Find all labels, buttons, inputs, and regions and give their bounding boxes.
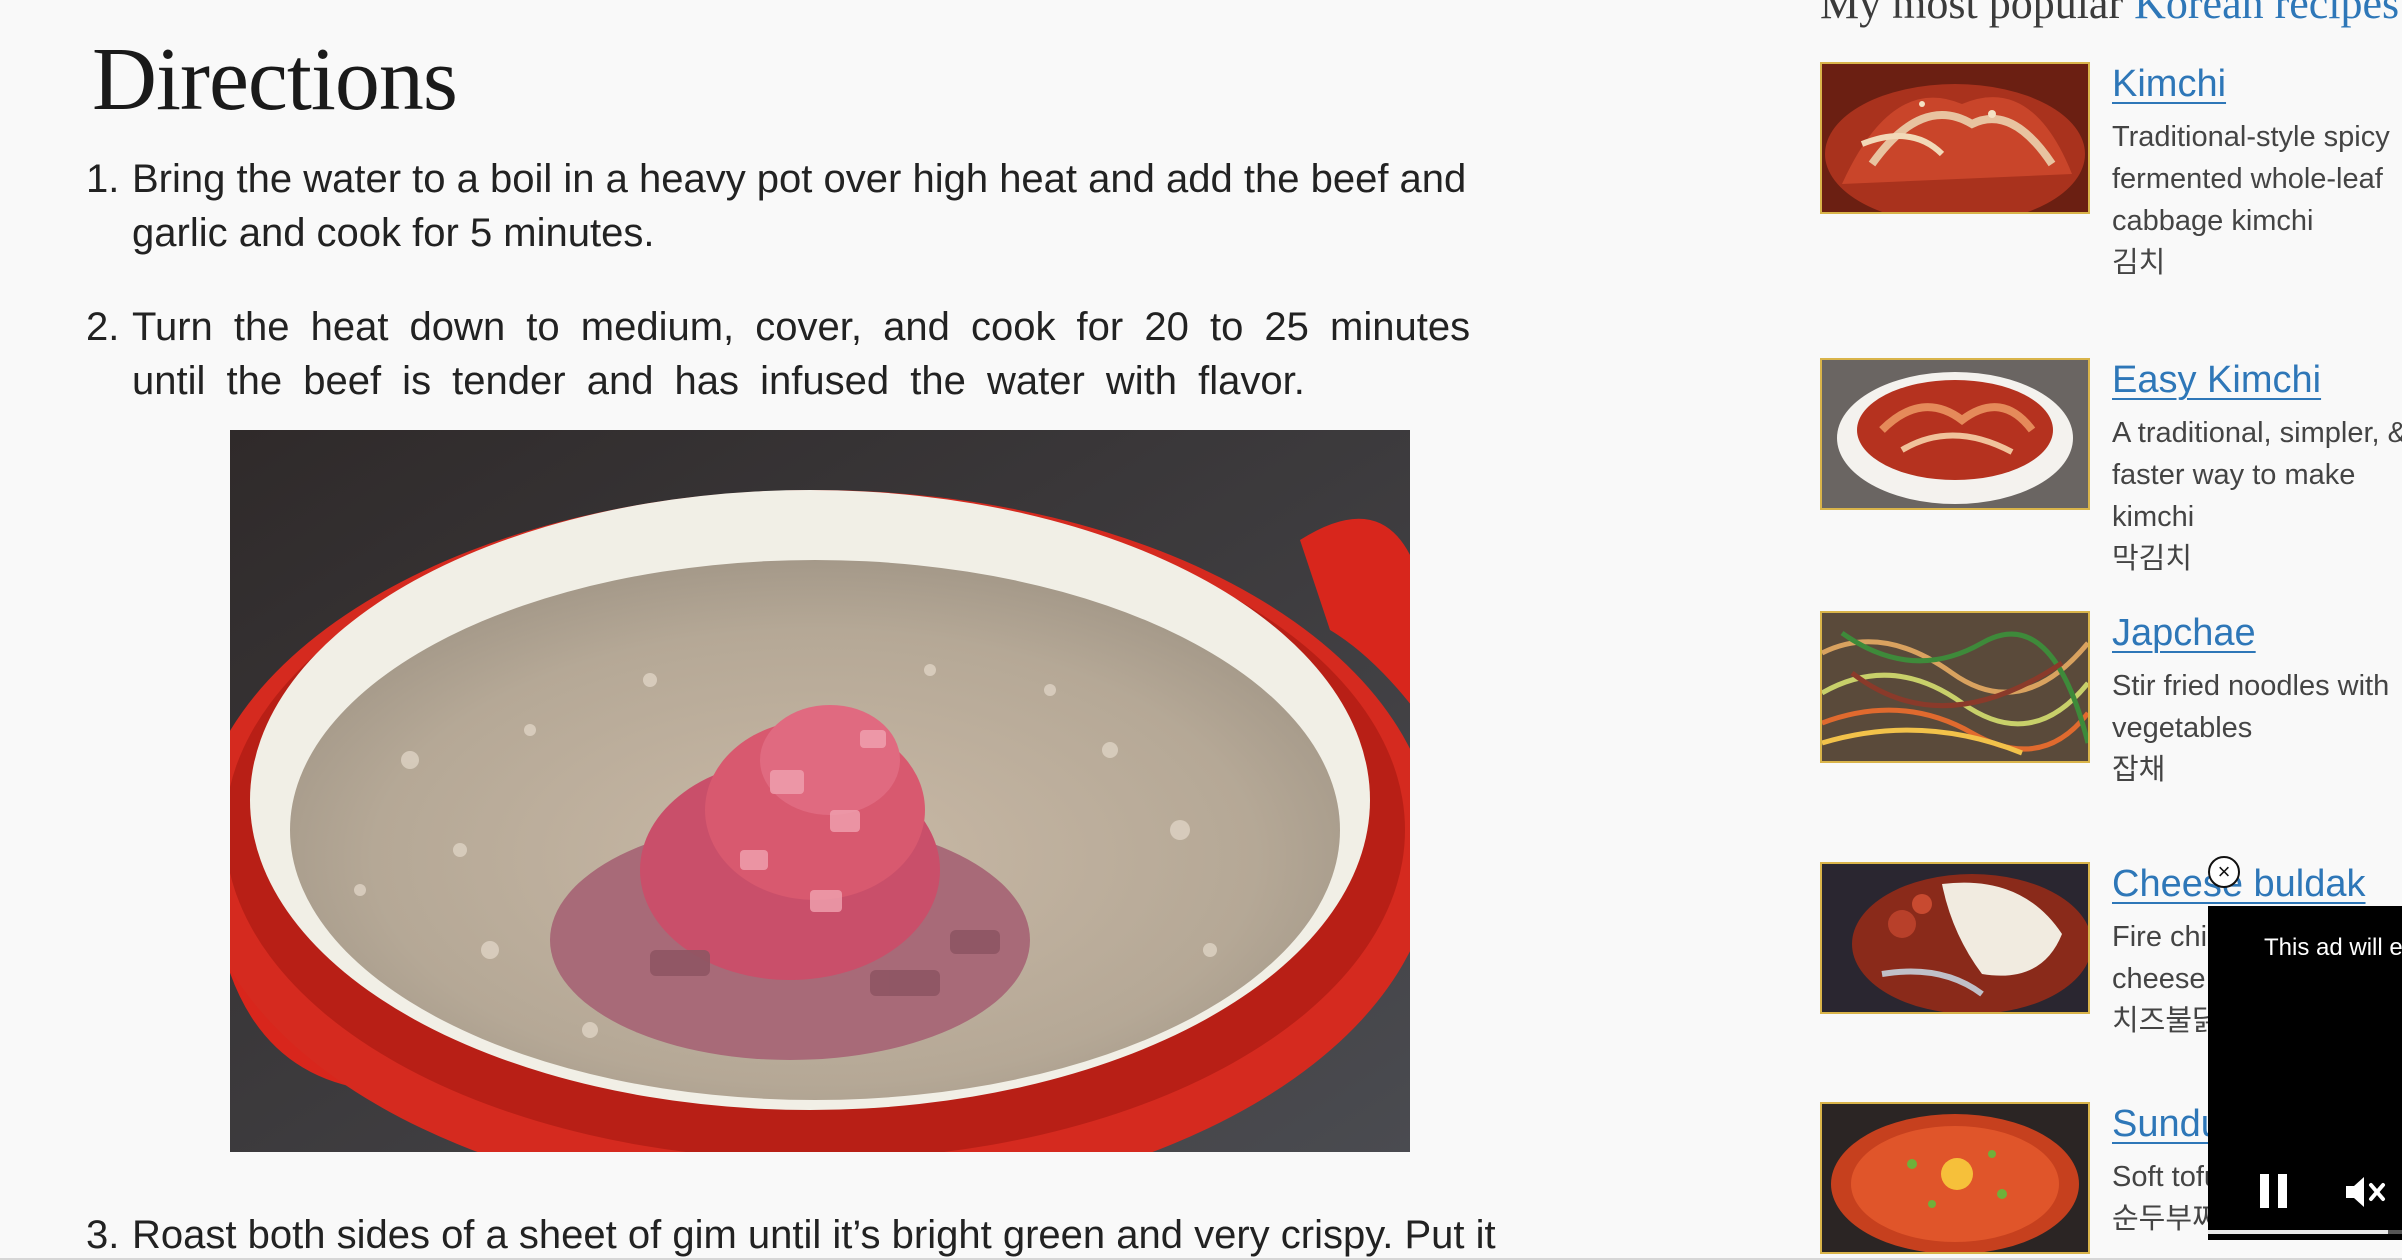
recipe-title-link[interactable]: Kimchi: [2112, 60, 2226, 108]
step-text: Roast both sides of a sheet of gim until…: [132, 1213, 1496, 1257]
ad-progress-bar: [2208, 1230, 2402, 1234]
recipe-card-japchae: Japchae Stir fried noodles with vegetabl…: [1820, 611, 2402, 811]
step-text: Turn the heat down to medium, cover, and…: [132, 305, 1471, 403]
direction-step: 2. Turn the heat down to medium, cover, …: [86, 300, 1516, 408]
recipe-title-link[interactable]: Easy Kimchi: [2112, 356, 2321, 404]
recipe-thumbnail[interactable]: [1820, 862, 2090, 1014]
cheese-buldak-thumbnail-icon: [1822, 864, 2088, 1012]
close-icon[interactable]: ×: [2208, 856, 2240, 888]
recipe-card-kimchi: Kimchi Traditional-style spicy fermented…: [1820, 60, 2402, 279]
ad-progress-fill: [2208, 1230, 2388, 1234]
kimchi-thumbnail-icon: [1822, 64, 2088, 212]
recipe-description-text: Stir fried noodles with vegetables: [2112, 670, 2390, 744]
cooking-photo-icon: [230, 430, 1410, 1152]
japchae-thumbnail-icon: [1822, 613, 2088, 761]
recipe-korean-name: 김치: [2112, 247, 2166, 279]
recipe-description-text: Traditional-style spicy fermented whole-…: [2112, 121, 2390, 237]
ad-countdown-text: This ad will end in: [2264, 934, 2402, 961]
step-text: Bring the water to a boil in a heavy pot…: [132, 157, 1467, 255]
step-number: 3.: [86, 1213, 120, 1257]
recipe-thumbnail[interactable]: [1820, 611, 2090, 763]
recipe-title-link[interactable]: Japchae: [2112, 609, 2256, 657]
sidebar-heading: My most popular Korean recipes: [1820, 0, 2399, 29]
sundubu-thumbnail-icon: [1822, 1104, 2088, 1252]
recipe-korean-name: 잡채: [2112, 754, 2166, 786]
recipe-description: Traditional-style spicy fermented whole-…: [2112, 116, 2402, 284]
directions-heading: Directions: [92, 30, 458, 129]
recipe-description-text: A traditional, simpler, & faster way to …: [2112, 417, 2402, 533]
video-ad[interactable]: This ad will end in: [2208, 906, 2402, 1240]
step-number: 1.: [86, 157, 120, 201]
recipe-card-easy-kimchi: Easy Kimchi A traditional, simpler, & fa…: [1820, 356, 2402, 575]
sidebar-heading-prefix: My most popular: [1820, 0, 2135, 28]
easy-kimchi-thumbnail-icon: [1822, 360, 2088, 508]
mute-icon[interactable]: [2344, 1174, 2388, 1210]
step-number: 2.: [86, 305, 120, 349]
recipe-thumbnail[interactable]: [1820, 358, 2090, 510]
step-photo: [230, 430, 1410, 1152]
recipe-description: Stir fried noodles with vegetables 잡채: [2112, 665, 2402, 791]
recipe-thumbnail[interactable]: [1820, 62, 2090, 214]
recipe-korean-name: 막김치: [2112, 543, 2193, 575]
sidebar-heading-link[interactable]: Korean recipes: [2134, 0, 2399, 28]
recipe-description: A traditional, simpler, & faster way to …: [2112, 412, 2402, 580]
main-content: Directions 1. Bring the water to a boil …: [0, 0, 1700, 1260]
direction-step: 3. Roast both sides of a sheet of gim un…: [86, 1208, 1516, 1260]
recipe-thumbnail[interactable]: [1820, 1102, 2090, 1254]
pause-icon[interactable]: [2260, 1174, 2290, 1208]
direction-step: 1. Bring the water to a boil in a heavy …: [86, 152, 1516, 260]
